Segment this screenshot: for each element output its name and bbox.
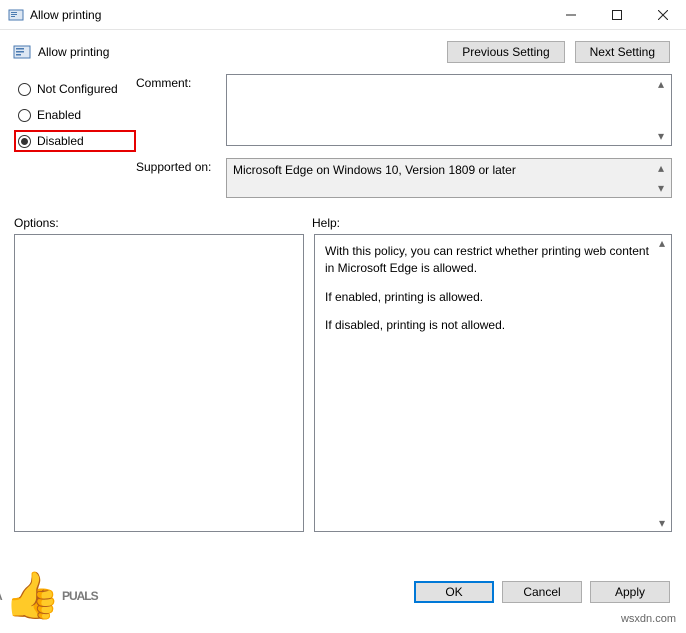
radio-label: Disabled [37, 134, 84, 148]
supported-on-value: Microsoft Edge on Windows 10, Version 18… [233, 163, 516, 177]
header-row: Allow printing Previous Setting Next Set… [0, 30, 686, 74]
scrollbar[interactable]: ▴ ▾ [654, 236, 670, 530]
watermark-logo: A👍PUALS [0, 568, 98, 623]
options-pane [14, 234, 304, 532]
watermark-source: wsxdn.com [621, 613, 676, 625]
apply-button[interactable]: Apply [590, 581, 670, 603]
scrollbar[interactable]: ▴ ▾ [653, 161, 669, 195]
chevron-down-icon: ▾ [653, 181, 669, 195]
policy-app-icon [8, 7, 24, 23]
window-title: Allow printing [30, 8, 548, 22]
radio-label: Not Configured [37, 82, 118, 96]
dialog-buttons: OK Cancel Apply [414, 581, 670, 603]
policy-icon [12, 42, 32, 62]
help-text: If disabled, printing is not allowed. [325, 317, 651, 334]
help-label: Help: [312, 216, 672, 230]
cancel-button[interactable]: Cancel [502, 581, 582, 603]
radio-label: Enabled [37, 108, 81, 122]
maximize-button[interactable] [594, 0, 640, 29]
titlebar: Allow printing [0, 0, 686, 30]
ok-button[interactable]: OK [414, 581, 494, 603]
help-text: With this policy, you can restrict wheth… [325, 243, 651, 277]
radio-icon [18, 83, 31, 96]
supported-on-box: Microsoft Edge on Windows 10, Version 18… [226, 158, 672, 198]
close-button[interactable] [640, 0, 686, 29]
scrollbar[interactable]: ▴ ▾ [653, 77, 669, 143]
chevron-down-icon: ▾ [654, 516, 670, 530]
minimize-button[interactable] [548, 0, 594, 29]
help-text: If enabled, printing is allowed. [325, 289, 651, 306]
chevron-down-icon: ▾ [653, 129, 669, 143]
supported-on-label: Supported on: [136, 158, 226, 174]
window-controls [548, 0, 686, 29]
chevron-up-icon: ▴ [654, 236, 670, 250]
policy-title: Allow printing [38, 45, 447, 59]
comment-label: Comment: [136, 74, 226, 90]
thumbs-up-icon: 👍 [4, 568, 60, 623]
previous-setting-button[interactable]: Previous Setting [447, 41, 564, 63]
radio-enabled[interactable]: Enabled [14, 104, 136, 126]
options-label: Options: [14, 216, 312, 230]
help-pane: With this policy, you can restrict wheth… [314, 234, 672, 532]
next-setting-button[interactable]: Next Setting [575, 41, 670, 63]
radio-not-configured[interactable]: Not Configured [14, 78, 136, 100]
radio-icon [18, 109, 31, 122]
radio-icon [18, 135, 31, 148]
radio-disabled[interactable]: Disabled [14, 130, 136, 152]
chevron-up-icon: ▴ [653, 77, 669, 91]
comment-textarea[interactable]: ▴ ▾ [226, 74, 672, 146]
chevron-up-icon: ▴ [653, 161, 669, 175]
state-radio-group: Not Configured Enabled Disabled [14, 74, 136, 210]
